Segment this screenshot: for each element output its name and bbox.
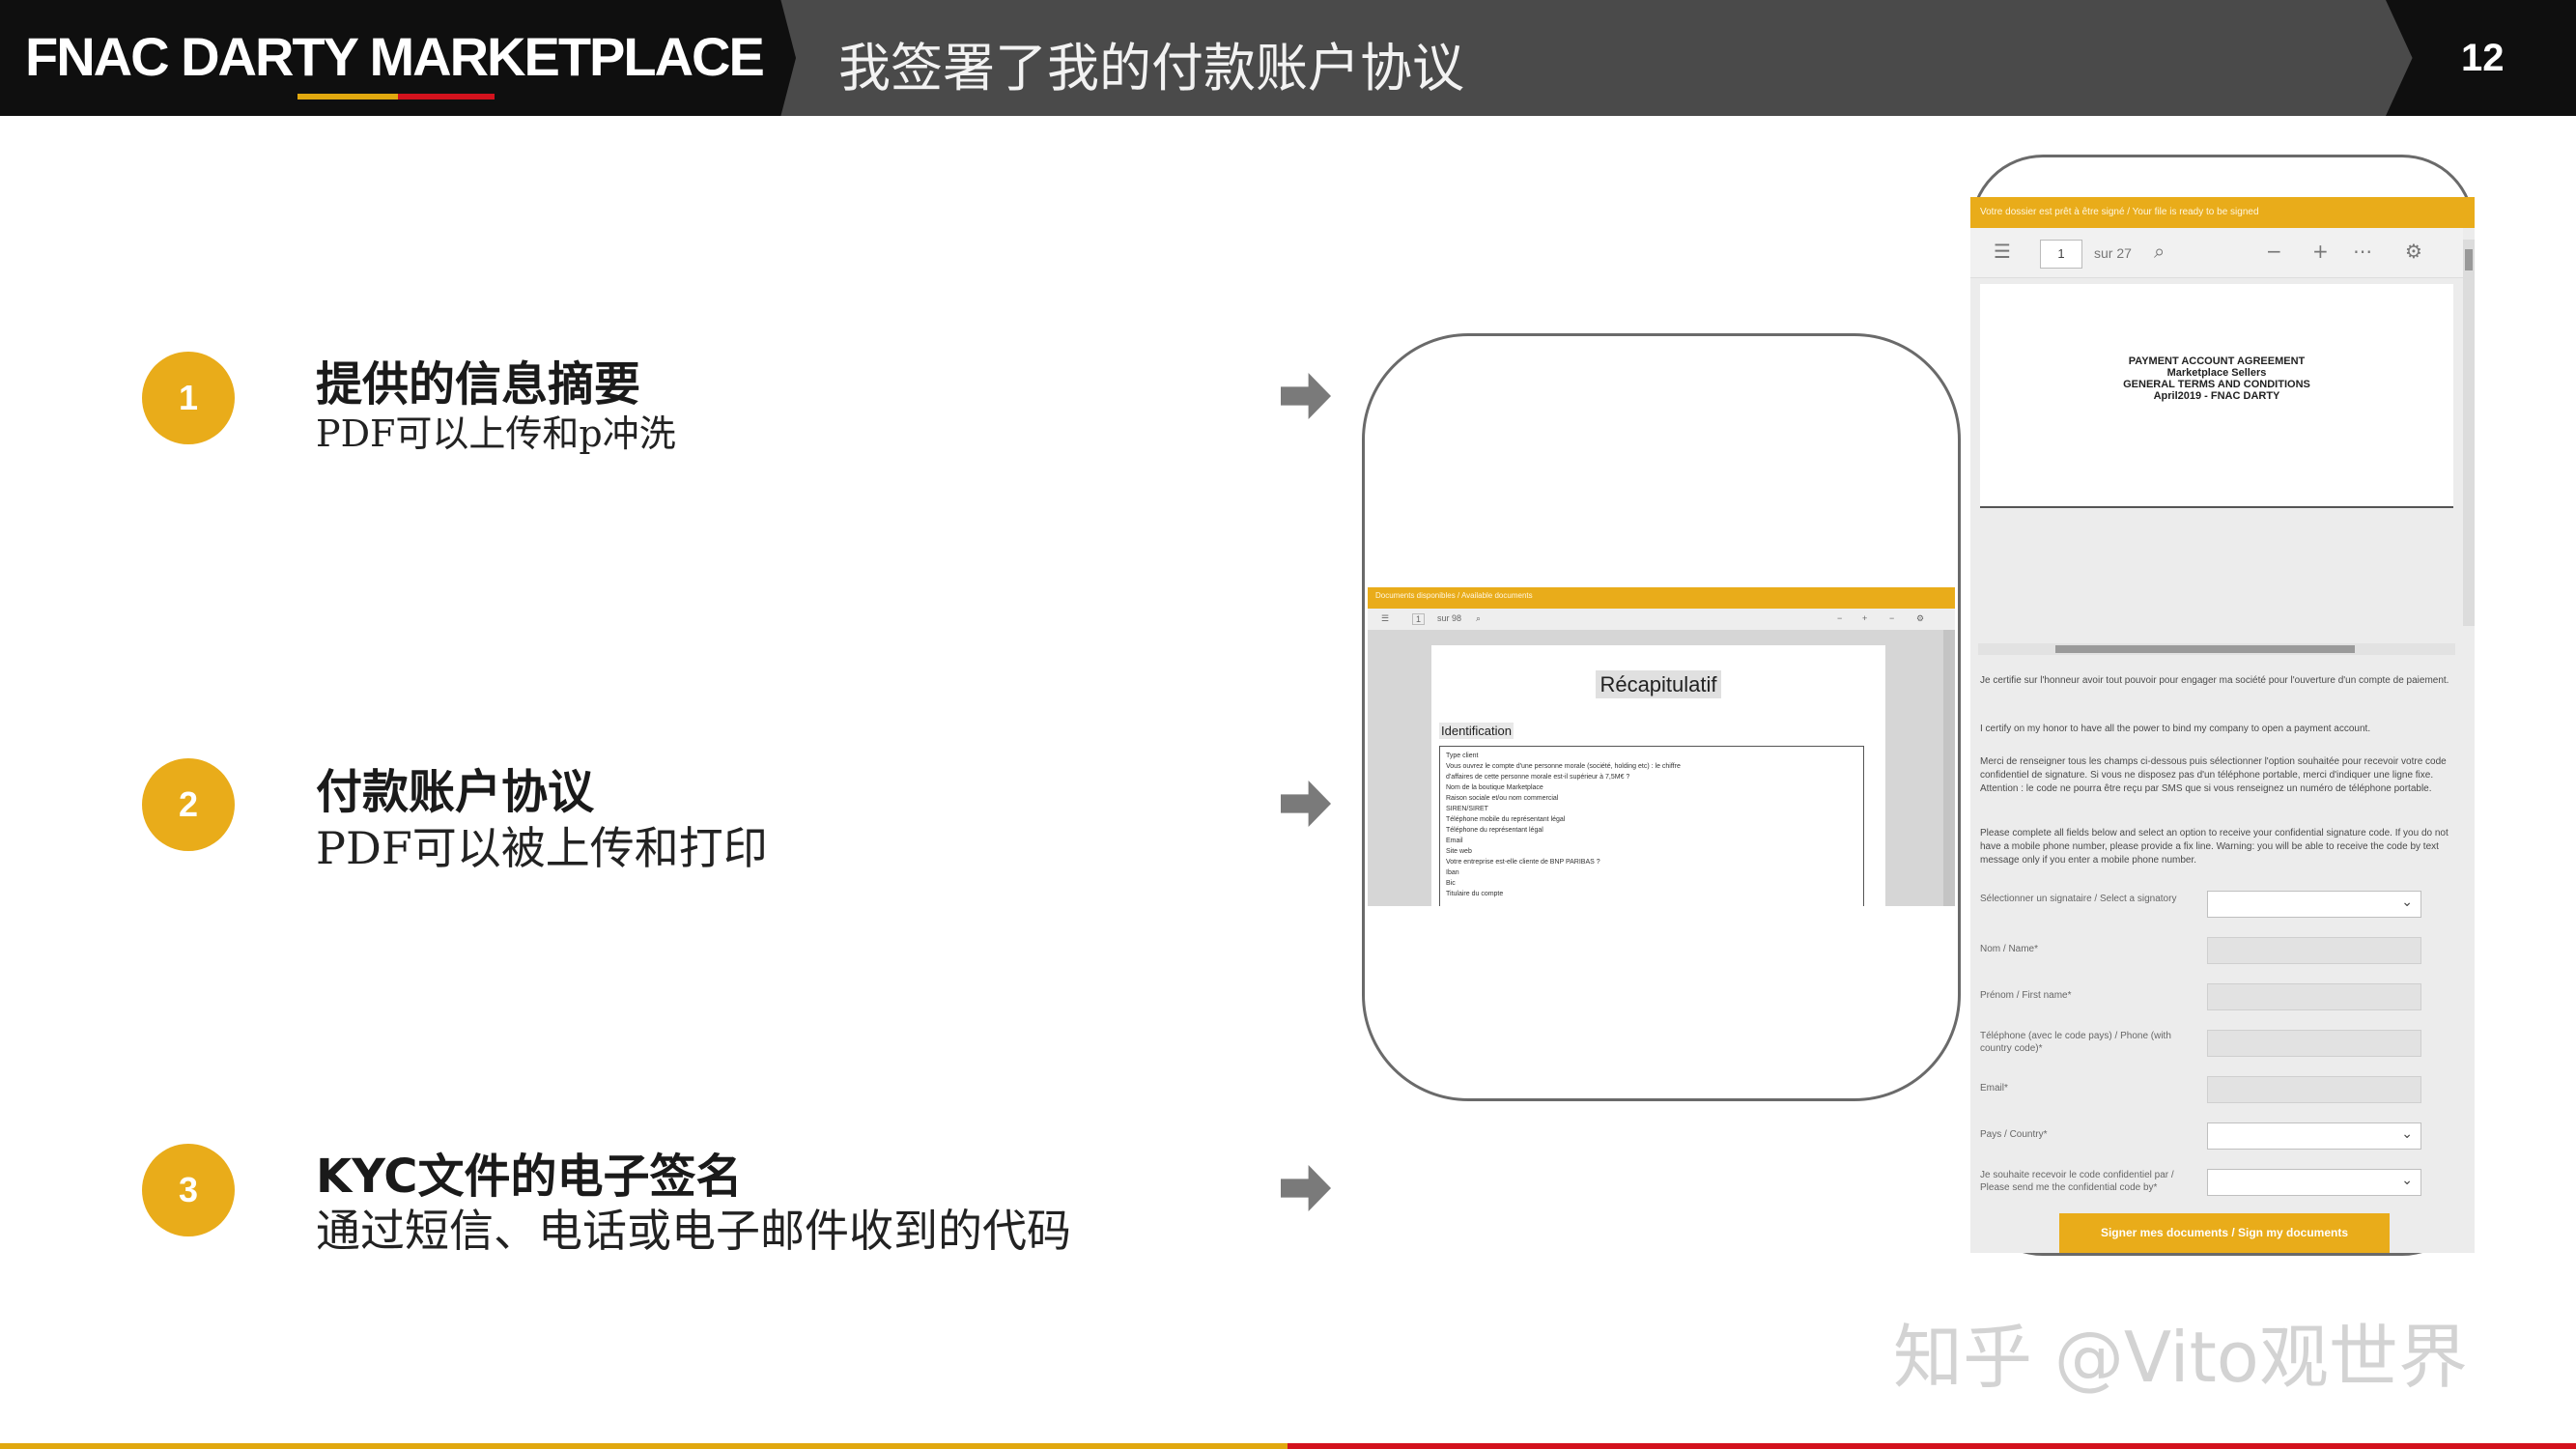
brand-underline-yellow bbox=[297, 94, 398, 99]
list-icon[interactable]: ☰ bbox=[1381, 613, 1389, 624]
minus-icon[interactable]: − bbox=[1837, 613, 1842, 623]
gear-icon[interactable]: ⚙ bbox=[2405, 240, 2422, 263]
chevron-down-icon: ⌄ bbox=[2401, 895, 2413, 910]
country-select[interactable]: ⌄ bbox=[2207, 1122, 2421, 1150]
footer-bar-yellow bbox=[0, 1443, 1288, 1449]
recap-row: Raison sociale et/ou nom commercial bbox=[1446, 795, 1559, 802]
page-number: 12 bbox=[2461, 37, 2505, 79]
recap-table: Type client Vous ouvrez le compte d'une … bbox=[1439, 746, 1864, 906]
list-icon[interactable]: ☰ bbox=[1994, 240, 2011, 263]
field-label-country: Pays / Country* bbox=[1980, 1129, 2048, 1140]
recap-section-label: Identification bbox=[1439, 723, 1514, 739]
recap-page-count: sur 98 bbox=[1437, 613, 1462, 623]
step-1-description: PDF可以上传和p冲洗 bbox=[316, 412, 676, 455]
page-count: sur 27 bbox=[2094, 245, 2132, 261]
search-icon[interactable]: ⌕ bbox=[1476, 613, 1481, 624]
footer-bar-red bbox=[1288, 1443, 2576, 1449]
pdf-page: PAYMENT ACCOUNT AGREEMENT Marketplace Se… bbox=[1980, 284, 2453, 508]
field-label-first-name: Prénom / First name* bbox=[1980, 990, 2072, 1001]
page-input[interactable]: 1 bbox=[2040, 240, 2082, 269]
arrow-right-icon bbox=[1281, 1165, 1331, 1211]
email-field[interactable] bbox=[2207, 1076, 2421, 1103]
step-3-description: 通过短信、电话或电子邮件收到的代码 bbox=[316, 1205, 1071, 1257]
watermark: 知乎 @Vito观世界 bbox=[1893, 1317, 2468, 1398]
chevron-down-icon: ⌄ bbox=[2401, 1173, 2413, 1188]
recap-scrollbar[interactable] bbox=[1943, 630, 1955, 906]
step-1-badge: 1 bbox=[142, 352, 235, 444]
pdf-vertical-scrollbar[interactable] bbox=[2463, 240, 2475, 626]
minus-icon[interactable]: − bbox=[2266, 240, 2282, 263]
field-label-email: Email* bbox=[1980, 1083, 2008, 1094]
chevron-down-icon: ⌄ bbox=[2401, 1126, 2413, 1142]
step-2-badge: 2 bbox=[142, 758, 235, 851]
field-label-code-method: Je souhaite recevoir le code confidentie… bbox=[1980, 1170, 2174, 1193]
step-3-badge: 3 bbox=[142, 1144, 235, 1236]
doc-line: PAYMENT ACCOUNT AGREEMENT bbox=[2128, 355, 2306, 367]
more-icon[interactable]: − bbox=[1889, 613, 1894, 623]
signatory-select[interactable]: ⌄ bbox=[2207, 891, 2421, 918]
brand-underline-red bbox=[398, 94, 495, 99]
field-label-name: Nom / Name* bbox=[1980, 944, 2039, 954]
sign-documents-button[interactable]: Signer mes documents / Sign my documents bbox=[2059, 1213, 2390, 1253]
first-name-field[interactable] bbox=[2207, 983, 2421, 1010]
doc-line: Marketplace Sellers bbox=[2166, 367, 2267, 379]
instructions-en: Please complete all fields below and sel… bbox=[1980, 828, 2449, 866]
recap-banner: Documents disponibles / Available docume… bbox=[1368, 587, 1955, 609]
header-bar: FNAC DARTY MARKETPLACE 我签署了我的付款账户协议 12 bbox=[0, 0, 2576, 116]
name-field[interactable] bbox=[2207, 937, 2421, 964]
recap-page-input[interactable]: 1 bbox=[1412, 613, 1426, 625]
arrow-right-icon bbox=[1281, 781, 1331, 827]
plus-icon[interactable]: + bbox=[2312, 240, 2329, 263]
form-banner: Votre dossier est prêt à être signé / Yo… bbox=[1970, 197, 2475, 228]
page-title: 我签署了我的付款账户协议 bbox=[838, 38, 1464, 99]
form-banner-text: Votre dossier est prêt à être signé / Yo… bbox=[1980, 207, 2259, 217]
recap-row: Iban bbox=[1446, 869, 1459, 876]
certify-text-en: I certify on my honor to have all the po… bbox=[1980, 724, 2371, 734]
recap-row: Téléphone du représentant légal bbox=[1446, 827, 1543, 834]
recap-toolbar: ☰ 1 sur 98 ⌕ − + − ⚙ bbox=[1368, 609, 1955, 630]
recap-row: SIREN/SIRET bbox=[1446, 806, 1488, 812]
signature-form-screenshot: Votre dossier est prêt à être signé / Yo… bbox=[1970, 197, 2475, 1253]
recap-row: Titulaire du compte bbox=[1446, 891, 1504, 897]
recap-row: Votre entreprise est-elle cliente de BNP… bbox=[1446, 859, 1600, 866]
arrow-right-icon bbox=[1281, 373, 1331, 419]
recap-row: Email bbox=[1446, 838, 1463, 844]
brand-block: FNAC DARTY MARKETPLACE bbox=[0, 0, 773, 116]
recap-row: Type client bbox=[1446, 753, 1479, 759]
recap-heading: Récapitulatif bbox=[1596, 670, 1721, 698]
plus-icon[interactable]: + bbox=[1862, 613, 1867, 623]
recap-row: Vous ouvrez le compte d'une personne mor… bbox=[1446, 763, 1681, 770]
brand-chevron bbox=[773, 0, 796, 116]
recap-banner-text: Documents disponibles / Available docume… bbox=[1375, 591, 1533, 600]
more-icon[interactable]: ⋯ bbox=[2353, 240, 2372, 263]
brand-logo: FNAC DARTY MARKETPLACE bbox=[25, 26, 765, 87]
scroll-thumb[interactable] bbox=[2055, 645, 2355, 653]
pdf-horizontal-scrollbar[interactable] bbox=[1978, 643, 2455, 655]
recap-row: Bic bbox=[1446, 880, 1456, 887]
doc-line: GENERAL TERMS AND CONDITIONS bbox=[2123, 379, 2310, 390]
phone-field[interactable] bbox=[2207, 1030, 2421, 1057]
recap-row: d'affaires de cette personne morale est-… bbox=[1446, 774, 1630, 781]
doc-line: April2019 - FNAC DARTY bbox=[2153, 390, 2280, 402]
step-2-description: PDF可以被上传和打印 bbox=[316, 822, 768, 874]
recap-row: Nom de la boutique Marketplace bbox=[1446, 784, 1543, 791]
recap-document-page: Récapitulatif Identification Type client… bbox=[1431, 645, 1885, 906]
search-icon[interactable]: ⌕ bbox=[2154, 240, 2165, 263]
instructions-fr: Merci de renseigner tous les champs ci-d… bbox=[1980, 756, 2447, 794]
field-label-phone: Téléphone (avec le code pays) / Phone (w… bbox=[1980, 1031, 2171, 1054]
scroll-thumb[interactable] bbox=[2465, 249, 2473, 270]
recap-row: Téléphone mobile du représentant légal bbox=[1446, 816, 1566, 823]
recap-screenshot: Documents disponibles / Available docume… bbox=[1368, 587, 1955, 906]
field-label-signatory: Sélectionner un signataire / Select a si… bbox=[1980, 894, 2177, 904]
certify-text-fr: Je certifie sur l'honneur avoir tout pou… bbox=[1980, 675, 2449, 686]
recap-row: Site web bbox=[1446, 848, 1472, 855]
step-2-title: 付款账户协议 bbox=[316, 765, 595, 819]
pdf-toolbar: ☰ 1 sur 27 ⌕ − + ⋯ ⚙ bbox=[1970, 228, 2463, 278]
gear-icon[interactable]: ⚙ bbox=[1916, 613, 1924, 624]
code-method-select[interactable]: ⌄ bbox=[2207, 1169, 2421, 1196]
